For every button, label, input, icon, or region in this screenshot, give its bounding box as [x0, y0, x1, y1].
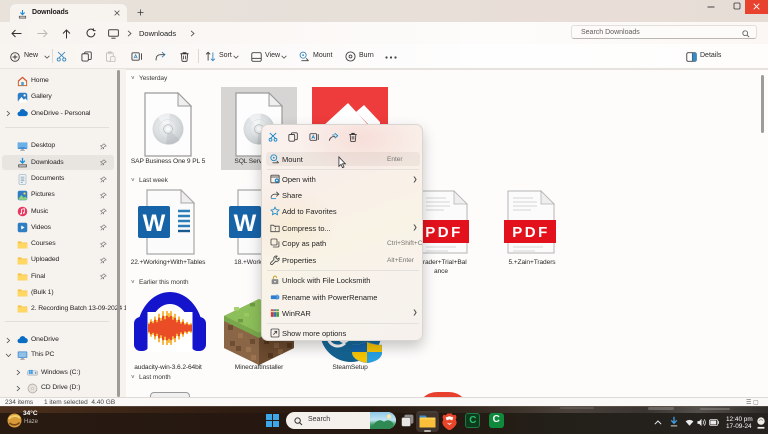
svg-text:W: W	[143, 210, 166, 237]
svg-text:W: W	[234, 210, 257, 237]
svg-text:PDF: PDF	[512, 224, 550, 241]
svg-text:PDF: PDF	[425, 224, 463, 241]
